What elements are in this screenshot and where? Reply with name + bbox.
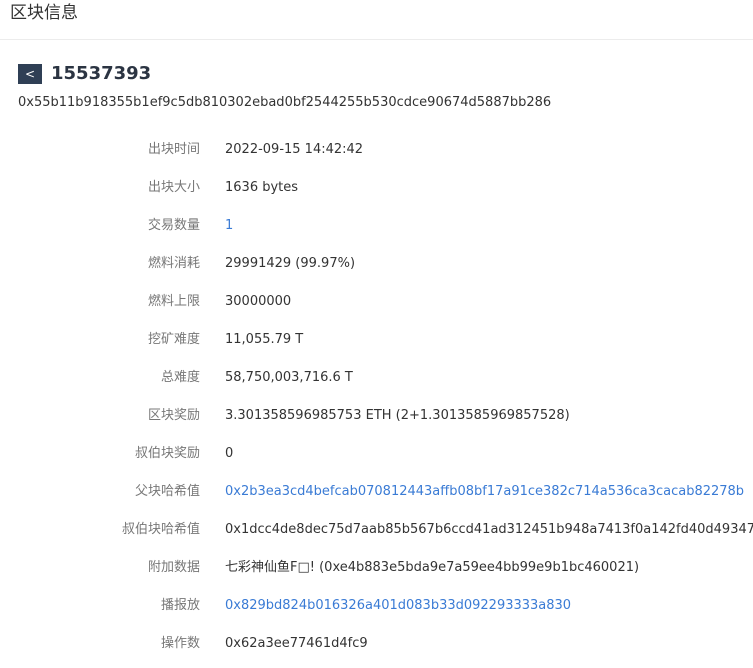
info-row-uncle-reward: 叔伯块奖励 0: [0, 435, 753, 473]
info-row-parent-hash: 父块哈希值 0x2b3ea3cd4befcab070812443affb08bf…: [0, 473, 753, 511]
info-row-gas-used: 燃料消耗 29991429 (99.97%): [0, 245, 753, 283]
info-value: 2022-09-15 14:42:42: [225, 142, 364, 157]
info-label: 总难度: [160, 370, 200, 385]
info-label: 区块奖励: [147, 408, 200, 423]
info-row-difficulty: 挖矿难度 11,055.79 T: [0, 321, 753, 359]
back-button[interactable]: <: [18, 64, 42, 84]
info-row-tx-count: 交易数量 1: [0, 207, 753, 245]
block-number: 15537393: [51, 63, 152, 84]
info-label: 叔伯块哈希值: [121, 522, 200, 537]
info-label: 附加数据: [147, 560, 200, 575]
info-value: 30000000: [225, 294, 292, 309]
info-row-block-reward: 区块奖励 3.301358596985753 ETH (2+1.30135859…: [0, 397, 753, 435]
info-label: 操作数: [160, 636, 200, 651]
block-hash: 0x55b11b918355b1ef9c5db810302ebad0bf2544…: [18, 95, 552, 110]
info-row-total-difficulty: 总难度 58,750,003,716.6 T: [0, 359, 753, 397]
info-value: 0x62a3ee77461d4fc9: [225, 636, 368, 651]
info-value: 29991429 (99.97%): [225, 256, 356, 271]
block-info-list: 出块时间 2022-09-15 14:42:42 出块大小 1636 bytes…: [0, 131, 753, 663]
info-row-miner: 播报放 0x829bd824b016326a401d083b33d0922933…: [0, 587, 753, 625]
info-label: 燃料上限: [147, 294, 200, 309]
info-label: 出块时间: [147, 142, 200, 157]
info-label: 出块大小: [147, 180, 200, 195]
info-value: 七彩神仙鱼F□! (0xe4b883e5bda9e7a59ee4bb99e9b1…: [225, 560, 640, 575]
info-label: 播报放: [160, 598, 200, 613]
info-value: 3.301358596985753 ETH (2+1.3013585969857…: [225, 408, 570, 423]
info-row-uncles-hash: 叔伯块哈希值 0x1dcc4de8dec75d7aab85b567b6ccd41…: [0, 511, 753, 549]
info-value: 1636 bytes: [225, 180, 299, 195]
tx-count-link[interactable]: 1: [225, 217, 233, 235]
block-heading: < 15537393: [18, 62, 151, 86]
info-label: 挖矿难度: [147, 332, 200, 347]
info-value: 11,055.79 T: [225, 332, 304, 347]
miner-address-link[interactable]: 0x829bd824b016326a401d083b33d092293333a8…: [225, 597, 571, 615]
info-row-extra-data: 附加数据 七彩神仙鱼F□! (0xe4b883e5bda9e7a59ee4bb9…: [0, 549, 753, 587]
page-header: 区块信息: [0, 0, 753, 40]
info-row-block-time: 出块时间 2022-09-15 14:42:42: [0, 131, 753, 169]
info-row-gas-limit: 燃料上限 30000000: [0, 283, 753, 321]
info-value: 0: [225, 446, 234, 461]
info-value: 58,750,003,716.6 T: [225, 370, 353, 385]
info-label: 燃料消耗: [147, 256, 200, 271]
info-label: 交易数量: [147, 218, 200, 233]
info-row-nonce: 操作数 0x62a3ee77461d4fc9: [0, 625, 753, 663]
info-label: 父块哈希值: [134, 484, 200, 499]
parent-hash-link[interactable]: 0x2b3ea3cd4befcab070812443affb08bf17a91c…: [225, 483, 744, 501]
info-row-block-size: 出块大小 1636 bytes: [0, 169, 753, 207]
info-label: 叔伯块奖励: [134, 446, 200, 461]
page-title: 区块信息: [10, 3, 78, 23]
info-value: 0x1dcc4de8dec75d7aab85b567b6ccd41ad31245…: [225, 522, 753, 537]
